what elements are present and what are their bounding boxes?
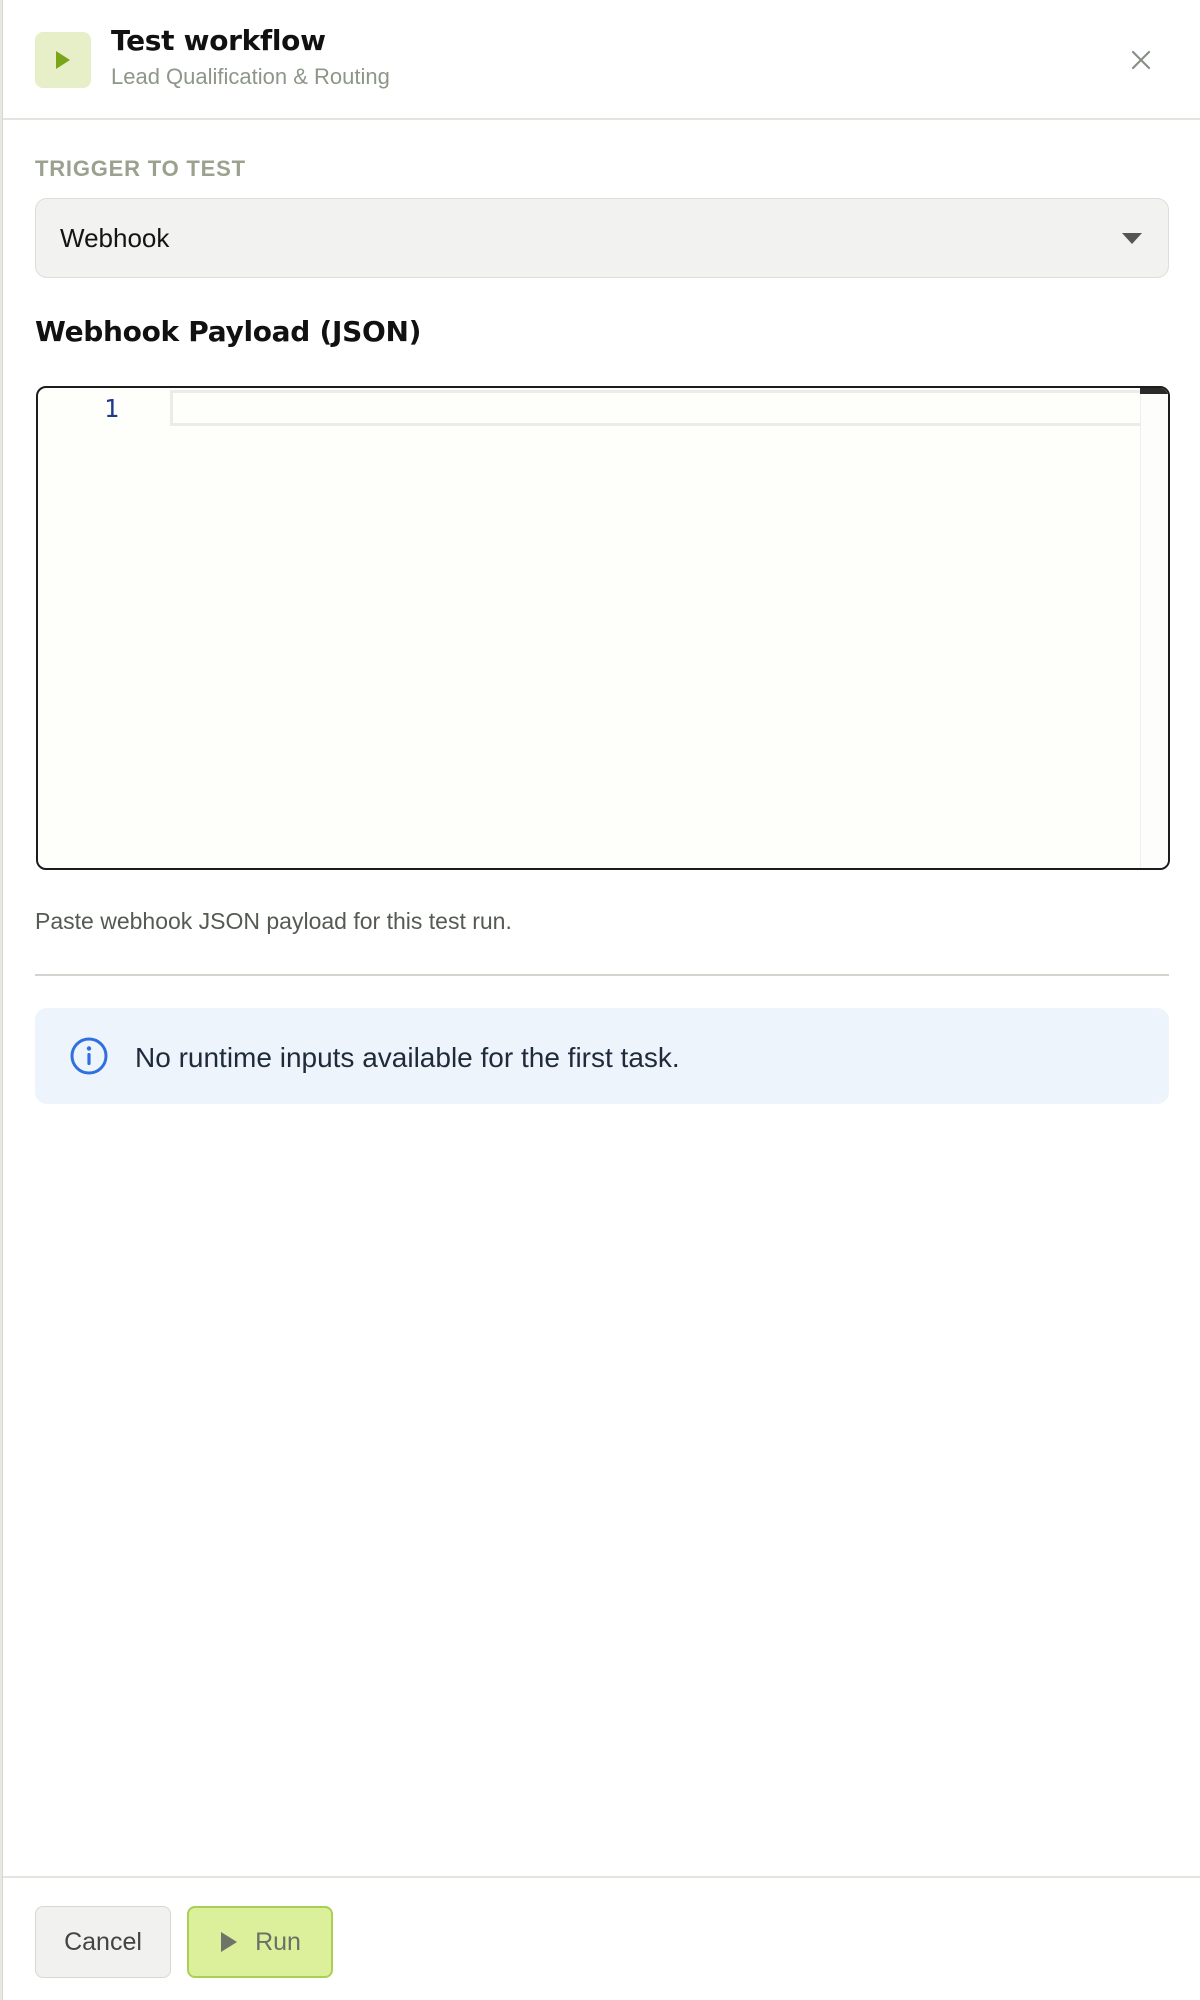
payload-title: Webhook Payload (JSON) (35, 315, 422, 348)
test-workflow-panel: Test workflow Lead Qualification & Routi… (2, 0, 1200, 2000)
panel-footer: Cancel Run (3, 1876, 1200, 2000)
trigger-select-value: Webhook (60, 223, 170, 253)
play-icon (35, 32, 91, 88)
payload-help-text: Paste webhook JSON payload for this test… (35, 908, 512, 934)
page-title: Test workflow (111, 24, 326, 57)
scrollbar-thumb[interactable] (1140, 388, 1168, 394)
divider (35, 974, 1169, 976)
play-icon (219, 1931, 239, 1953)
trigger-section-label: TRIGGER TO TEST (35, 156, 246, 181)
cancel-button[interactable]: Cancel (35, 1906, 171, 1978)
json-payload-editor[interactable]: 1 (36, 386, 1170, 870)
info-icon (70, 1037, 108, 1075)
active-line[interactable] (170, 390, 1168, 426)
line-number: 1 (104, 394, 120, 423)
caret-down-icon (1122, 233, 1142, 244)
panel-header: Test workflow Lead Qualification & Routi… (3, 0, 1200, 120)
run-button-label: Run (255, 1927, 301, 1956)
trigger-select[interactable]: Webhook (35, 198, 1169, 278)
run-button[interactable]: Run (187, 1906, 333, 1978)
info-message: No runtime inputs available for the firs… (135, 1042, 680, 1073)
close-button[interactable] (1123, 42, 1159, 78)
info-banner: No runtime inputs available for the firs… (35, 1008, 1169, 1104)
editor-scrollbar[interactable] (1140, 388, 1168, 868)
close-icon (1131, 50, 1151, 70)
workflow-name: Lead Qualification & Routing (111, 64, 390, 89)
